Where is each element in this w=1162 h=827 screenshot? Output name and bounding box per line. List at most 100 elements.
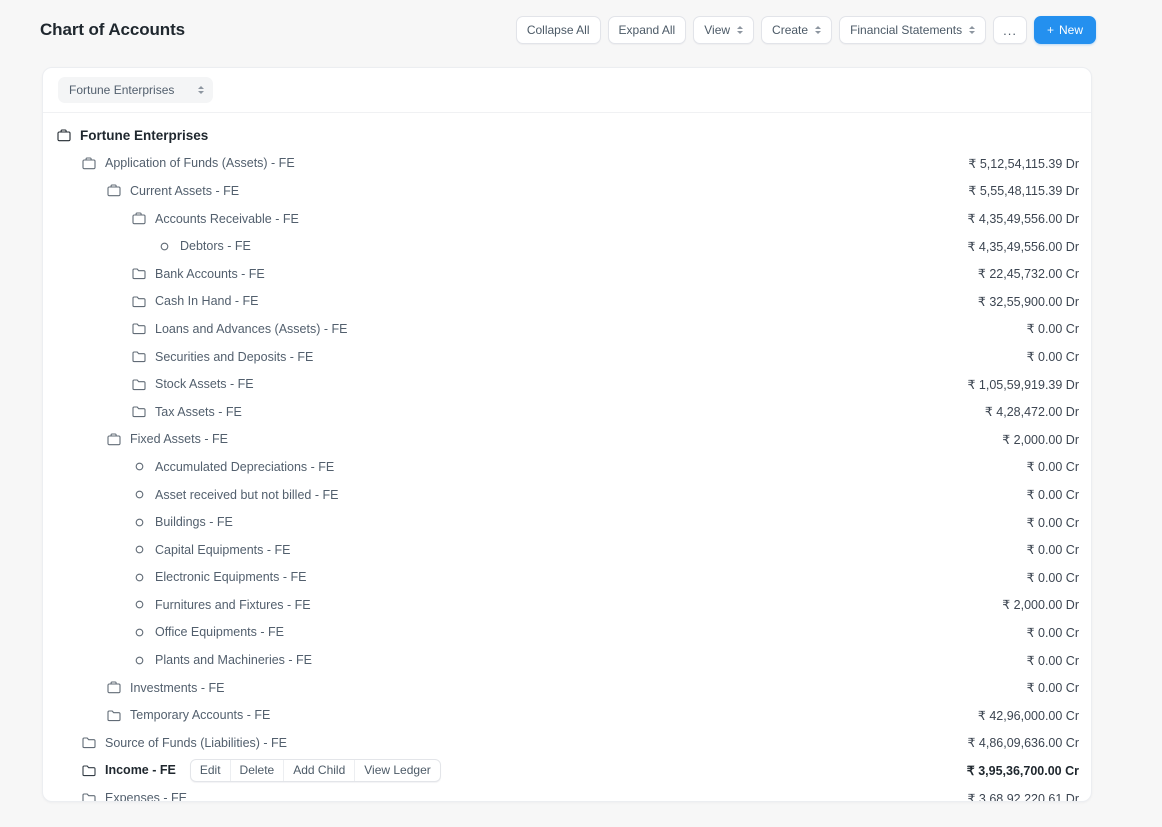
tree-row-amount: ₹ 0.00 Cr — [1026, 625, 1079, 640]
circle-leaf-icon — [132, 625, 146, 639]
tree-row-label: Buildings - FE — [155, 515, 233, 530]
tree-row-label: Electronic Equipments - FE — [155, 570, 307, 585]
tree-row-label-wrap: Tax Assets - FE — [43, 405, 242, 419]
tree-row-label: Plants and Machineries - FE — [155, 653, 313, 668]
button-label: Financial Statements — [850, 23, 963, 37]
tree-row-label-wrap: Source of Funds (Liabilities) - FE — [43, 736, 287, 750]
tree-row-amount: ₹ 3,95,36,700.00 Cr — [966, 763, 1079, 778]
tree-row-amount: ₹ 0.00 Cr — [1026, 681, 1079, 696]
tree-row[interactable]: Tax Assets - FE ₹ 4,28,472.00 Dr — [43, 398, 1091, 426]
tree-row-label-wrap: Debtors - FE — [43, 239, 251, 253]
tree-row-label: Furnitures and Fixtures - FE — [155, 597, 311, 612]
plus-icon: + — [1046, 23, 1054, 37]
button-label: Collapse All — [526, 23, 590, 37]
tree-row-label-wrap: Stock Assets - FE — [43, 377, 254, 391]
financial-statements-button[interactable]: Financial Statements — [839, 16, 987, 44]
tree-row[interactable]: Fixed Assets - FE ₹ 2,000.00 Dr — [43, 426, 1091, 454]
tree-row[interactable]: Accounts Receivable - FE ₹ 4,35,49,556.00… — [43, 205, 1091, 233]
expand-all-button[interactable]: Expand All — [607, 16, 687, 44]
tree-row[interactable]: Cash In Hand - FE ₹ 32,55,900.00 Dr — [43, 288, 1091, 316]
tree-row-label-wrap: Electronic Equipments - FE — [43, 570, 306, 584]
tree-row-label: Current Assets - FE — [130, 183, 240, 198]
tree-row-amount: ₹ 42,96,000.00 Cr — [977, 708, 1079, 723]
tree-row-amount: ₹ 0.00 Cr — [1026, 543, 1079, 558]
tree-row-amount: ₹ 3,68,92,220.61 Dr — [967, 791, 1080, 802]
circle-leaf-icon — [132, 460, 146, 474]
tree-row[interactable]: Income - FE Edit Delete Add Child View Ledge… — [43, 757, 1091, 785]
delete-button[interactable]: Delete — [229, 759, 284, 781]
tree-row[interactable]: Electronic Equipments - FE ₹ 0.00 Cr — [43, 564, 1091, 592]
collapse-all-button[interactable]: Collapse All — [515, 16, 601, 44]
tree-row-label-wrap: Plants and Machineries - FE — [43, 653, 312, 667]
tree-row-label-wrap: Office Equipments - FE — [43, 625, 284, 639]
tree-row-amount: ₹ 0.00 Cr — [1026, 515, 1079, 530]
company-select[interactable]: Fortune Enterprises — [58, 77, 213, 103]
tree-row-label-wrap: Furnitures and Fixtures - FE — [43, 598, 311, 612]
tree-row[interactable]: Source of Funds (Liabilities) - FE ₹ 4,86… — [43, 729, 1091, 757]
tree-row[interactable]: Buildings - FE ₹ 0.00 Cr — [43, 508, 1091, 536]
button-label: View — [704, 23, 731, 37]
company-select-value: Fortune Enterprises — [69, 83, 175, 97]
tree-row-label: Capital Equipments - FE — [155, 542, 291, 557]
tree-row[interactable]: Current Assets - FE ₹ 5,55,48,115.39 Dr — [43, 177, 1091, 205]
tree-row[interactable]: Investments - FE ₹ 0.00 Cr — [43, 674, 1091, 702]
folder-closed-icon — [132, 322, 146, 336]
tree-row[interactable]: Securities and Deposits - FE ₹ 0.00 Cr — [43, 343, 1091, 371]
create-button[interactable]: Create — [761, 16, 833, 44]
tree-row[interactable]: Application of Funds (Assets) - FE ₹ 5,12… — [43, 150, 1091, 178]
tree-row-amount: ₹ 4,35,49,556.00 Dr — [967, 239, 1080, 254]
tree-row[interactable]: Bank Accounts - FE ₹ 22,45,732.00 Cr — [43, 260, 1091, 288]
tree-row-label-wrap: Accumulated Depreciations - FE — [43, 460, 334, 474]
view-ledger-button[interactable]: View Ledger — [354, 759, 440, 781]
tree-row[interactable]: Stock Assets - FE ₹ 1,05,59,919.39 Dr — [43, 370, 1091, 398]
chart-of-accounts-card: Fortune Enterprises Fortune Enterprises A… — [42, 67, 1092, 802]
circle-leaf-icon — [132, 653, 146, 667]
tree-row-label: Investments - FE — [130, 680, 225, 695]
tree-row-label-wrap: Bank Accounts - FE — [43, 267, 265, 281]
tree-row-label-wrap: Accounts Receivable - FE — [43, 212, 299, 226]
folder-open-icon — [57, 129, 71, 143]
tree-row-label-wrap: Securities and Deposits - FE — [43, 350, 313, 364]
new-button-label: New — [1058, 23, 1083, 37]
tree-row-label: Fixed Assets - FE — [130, 432, 228, 447]
tree-row[interactable]: Asset received but not billed - FE ₹ 0.00… — [43, 481, 1091, 509]
chevron-updown-icon — [815, 26, 822, 34]
tree-row-label-wrap: Buildings - FE — [43, 515, 233, 529]
tree-row-label: Cash In Hand - FE — [155, 294, 259, 309]
tree-row[interactable]: Plants and Machineries - FE ₹ 0.00 Cr — [43, 646, 1091, 674]
tree-row-label: Bank Accounts - FE — [155, 266, 265, 281]
folder-closed-icon — [82, 736, 96, 750]
tree-row-amount: ₹ 4,35,49,556.00 Dr — [967, 212, 1080, 227]
edit-button[interactable]: Edit — [191, 760, 230, 781]
tree-row[interactable]: Capital Equipments - FE ₹ 0.00 Cr — [43, 536, 1091, 564]
account-tree: Fortune Enterprises Application of Funds … — [43, 113, 1091, 802]
tree-row-label: Accumulated Depreciations - FE — [155, 459, 335, 474]
view-button[interactable]: View — [693, 16, 755, 44]
tree-row[interactable]: Office Equipments - FE ₹ 0.00 Cr — [43, 619, 1091, 647]
tree-row-amount: ₹ 0.00 Cr — [1026, 350, 1079, 365]
tree-row-label: Source of Funds (Liabilities) - FE — [105, 735, 288, 750]
folder-closed-icon — [132, 350, 146, 364]
circle-leaf-icon — [132, 598, 146, 612]
tree-row[interactable]: Expenses - FE ₹ 3,68,92,220.61 Dr — [43, 784, 1091, 802]
tree-row-label: Office Equipments - FE — [155, 625, 284, 640]
circle-leaf-icon — [132, 515, 146, 529]
tree-row-amount: ₹ 5,55,48,115.39 Dr — [968, 184, 1079, 199]
more-options-button[interactable]: ... — [993, 16, 1027, 44]
tree-row-label-wrap: Asset received but not billed - FE — [43, 488, 338, 502]
circle-leaf-icon — [132, 570, 146, 584]
button-label: Create — [772, 23, 809, 37]
header-actions: Collapse All Expand All View Create Financia… — [515, 16, 1096, 44]
tree-row[interactable]: Accumulated Depreciations - FE ₹ 0.00 Cr — [43, 453, 1091, 481]
tree-row-label-wrap: Investments - FE — [43, 681, 224, 695]
tree-row[interactable]: Debtors - FE ₹ 4,35,49,556.00 Dr — [43, 232, 1091, 260]
tree-row-amount: ₹ 0.00 Cr — [1026, 322, 1079, 337]
tree-row[interactable]: Furnitures and Fixtures - FE ₹ 2,000.00 D… — [43, 591, 1091, 619]
add-child-button[interactable]: Add Child — [283, 759, 354, 781]
tree-row[interactable]: Fortune Enterprises — [43, 122, 1091, 150]
circle-leaf-icon — [157, 239, 171, 253]
tree-row[interactable]: Loans and Advances (Assets) - FE ₹ 0.00 C… — [43, 315, 1091, 343]
new-button[interactable]: + New — [1033, 16, 1096, 44]
tree-row[interactable]: Temporary Accounts - FE ₹ 42,96,000.00 Cr — [43, 701, 1091, 729]
tree-row-label: Debtors - FE — [180, 239, 251, 254]
